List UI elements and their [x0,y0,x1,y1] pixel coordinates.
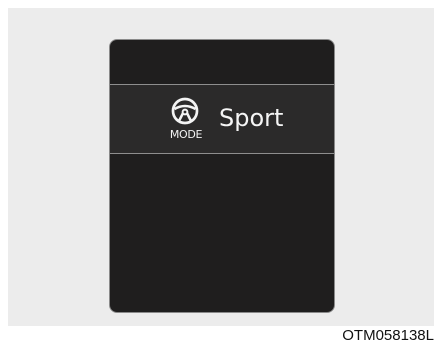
drive-mode-display: MODE Sport [109,39,335,313]
drive-mode-value: Sport [219,104,284,132]
drive-mode-indicator: MODE [166,96,206,144]
mode-caption: MODE [169,128,203,141]
drive-mode-band: MODE Sport [110,84,334,154]
steering-wheel-icon [171,97,199,125]
figure-code-label: OTM058138L [342,327,434,344]
